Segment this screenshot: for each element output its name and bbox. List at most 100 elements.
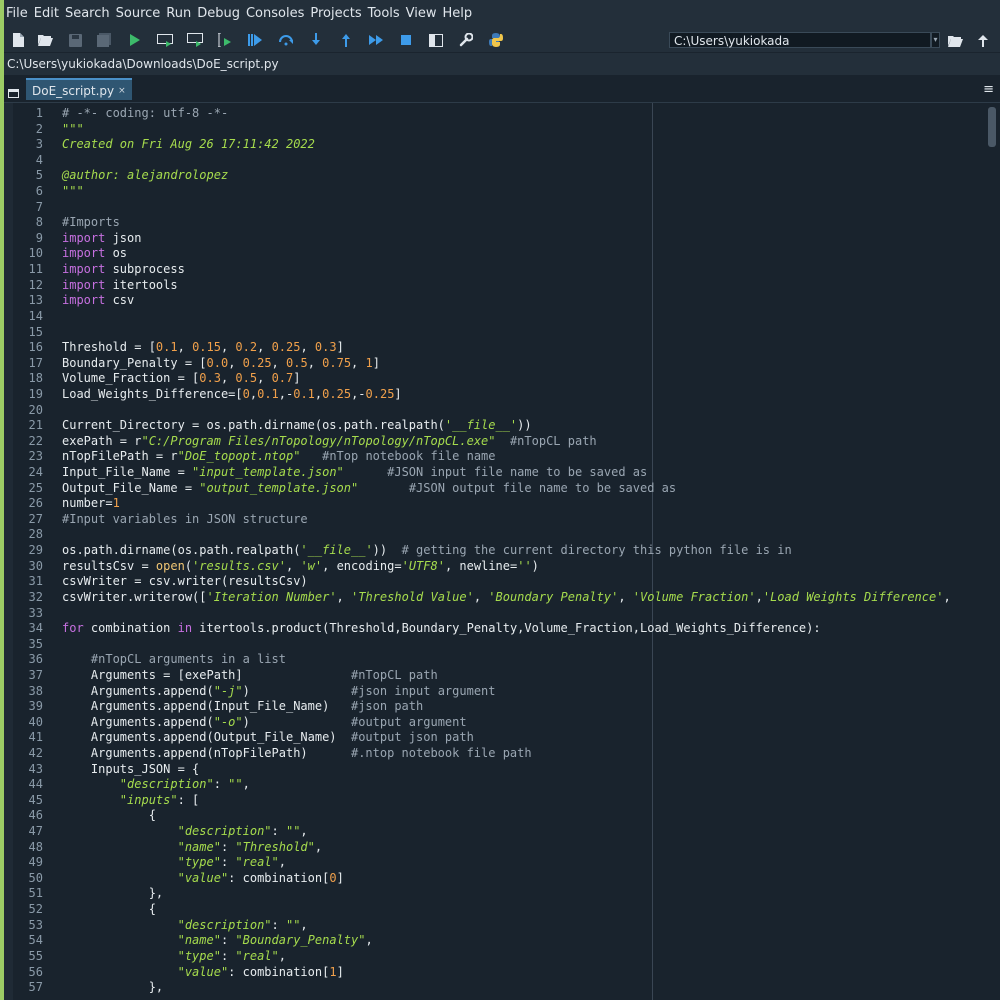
code-line[interactable] <box>62 325 951 341</box>
code-line[interactable]: #Imports <box>62 215 951 231</box>
menu-view[interactable]: View <box>404 6 441 21</box>
code-line[interactable]: Load_Weights_Difference=[0,0.1,-0.1,0.25… <box>62 387 951 403</box>
code-line[interactable]: @author: alejandrolopez <box>62 168 951 184</box>
continue-icon[interactable] <box>367 31 385 49</box>
code-line[interactable] <box>62 153 951 169</box>
save-icon[interactable] <box>66 31 84 49</box>
code-line[interactable]: "name": "Threshold", <box>62 840 951 856</box>
code-line[interactable]: }, <box>62 980 951 996</box>
maximize-pane-icon[interactable] <box>427 31 445 49</box>
code-line[interactable]: "inputs": [ <box>62 793 951 809</box>
code-line[interactable]: "description": "", <box>62 777 951 793</box>
code-line[interactable]: os.path.dirname(os.path.realpath('__file… <box>62 543 951 559</box>
code-line[interactable]: Inputs_JSON = { <box>62 762 951 778</box>
code-line[interactable]: number=1 <box>62 496 951 512</box>
menu-projects[interactable]: Projects <box>308 6 365 21</box>
menu-edit[interactable]: Edit <box>32 6 63 21</box>
code-line[interactable]: Output_File_Name = "output_template.json… <box>62 481 951 497</box>
tab-doe-script[interactable]: DoE_script.py × <box>26 78 132 100</box>
close-icon[interactable]: × <box>118 80 126 100</box>
code-line[interactable]: "type": "real", <box>62 949 951 965</box>
code-line[interactable]: Arguments.append("-j") #json input argum… <box>62 684 951 700</box>
open-file-icon[interactable] <box>36 31 54 49</box>
code-editor[interactable]: 1 2 3 4 5 6 7 8 9 10 11 12 13 14 15 16 17 18 19 20 21 22 23 24 2… <box>4 103 985 1000</box>
code-line[interactable]: #nTopCL arguments in a list <box>62 652 951 668</box>
code-line[interactable]: #Input variables in JSON structure <box>62 512 951 528</box>
menu-run[interactable]: Run <box>164 6 195 21</box>
code-line[interactable] <box>62 527 951 543</box>
code-line[interactable] <box>62 606 951 622</box>
code-line[interactable]: exePath = r"C:/Program Files/nTopology/n… <box>62 434 951 450</box>
step-over-icon[interactable] <box>277 31 295 49</box>
code-line[interactable]: "name": "Boundary_Penalty", <box>62 933 951 949</box>
new-file-icon[interactable] <box>9 31 27 49</box>
working-directory-input[interactable]: C:\Users\yukiokada <box>669 32 931 48</box>
code-line[interactable]: Arguments = [exePath] #nTopCL path <box>62 668 951 684</box>
code-line[interactable] <box>62 637 951 653</box>
python-path-icon[interactable] <box>487 31 505 49</box>
code-line[interactable]: import itertools <box>62 278 951 294</box>
code-line[interactable]: }, <box>62 886 951 902</box>
code-line[interactable] <box>62 309 951 325</box>
menu-source[interactable]: Source <box>114 6 165 21</box>
preferences-icon[interactable] <box>457 31 475 49</box>
code-line[interactable]: Arguments.append(Output_File_Name) #outp… <box>62 730 951 746</box>
stop-icon[interactable] <box>397 31 415 49</box>
menu-help[interactable]: Help <box>441 6 477 21</box>
code-line[interactable]: Volume_Fraction = [0.3, 0.5, 0.7] <box>62 371 951 387</box>
code-line[interactable]: import subprocess <box>62 262 951 278</box>
menu-search[interactable]: Search <box>63 6 114 21</box>
code-line[interactable]: nTopFilePath = r"DoE_topopt.ntop" #nTop … <box>62 449 951 465</box>
save-all-icon[interactable] <box>95 31 113 49</box>
code-line[interactable]: Arguments.append(Input_File_Name) #json … <box>62 699 951 715</box>
menu-debug[interactable]: Debug <box>195 6 244 21</box>
debug-icon[interactable] <box>246 31 264 49</box>
code-token: { <box>62 902 156 917</box>
code-line[interactable]: # -*- coding: utf-8 -*- <box>62 106 951 122</box>
pane-options-icon[interactable] <box>8 83 19 102</box>
code-line[interactable]: Arguments.append(nTopFilePath) #.ntop no… <box>62 746 951 762</box>
code-line[interactable]: """ <box>62 184 951 200</box>
code-line[interactable]: import csv <box>62 293 951 309</box>
code-text[interactable]: # -*- coding: utf-8 -*- """ Created on Fri… <box>62 106 951 996</box>
run-icon[interactable] <box>126 31 144 49</box>
line-number: 9 <box>35 230 43 245</box>
code-line[interactable] <box>62 200 951 216</box>
code-line[interactable]: for combination in itertools.product(Thr… <box>62 621 951 637</box>
code-line[interactable]: { <box>62 902 951 918</box>
code-line[interactable]: "value": combination[1] <box>62 965 951 981</box>
code-line[interactable]: Boundary_Penalty = [0.0, 0.25, 0.5, 0.75… <box>62 356 951 372</box>
code-line[interactable]: """ <box>62 122 951 138</box>
code-line[interactable]: resultsCsv = open('results.csv', 'w', en… <box>62 559 951 575</box>
code-line[interactable]: Created on Fri Aug 26 17:11:42 2022 <box>62 137 951 153</box>
vertical-scrollbar[interactable] <box>985 103 1000 1000</box>
run-cell-advance-icon[interactable] <box>186 31 204 49</box>
step-into-icon[interactable] <box>307 31 325 49</box>
hamburger-menu-icon[interactable]: ≡ <box>983 82 994 97</box>
code-line[interactable]: "type": "real", <box>62 855 951 871</box>
run-cell-icon[interactable] <box>156 31 174 49</box>
scrollbar-thumb[interactable] <box>988 107 996 147</box>
code-line[interactable]: import json <box>62 231 951 247</box>
chevron-down-icon[interactable]: ▾ <box>931 32 940 48</box>
code-line[interactable]: "value": combination[0] <box>62 871 951 887</box>
parent-directory-icon[interactable] <box>978 32 992 48</box>
code-line[interactable]: Arguments.append("-o") #output argument <box>62 715 951 731</box>
code-line[interactable]: { <box>62 808 951 824</box>
step-return-icon[interactable] <box>337 31 355 49</box>
browse-directory-icon[interactable] <box>948 32 964 48</box>
run-selection-icon[interactable] <box>216 31 234 49</box>
code-line[interactable]: "description": "", <box>62 824 951 840</box>
menu-file[interactable]: File <box>4 6 32 21</box>
code-line[interactable]: Threshold = [0.1, 0.15, 0.2, 0.25, 0.3] <box>62 340 951 356</box>
code-line[interactable]: "description": "", <box>62 918 951 934</box>
code-line[interactable]: Input_File_Name = "input_template.json" … <box>62 465 951 481</box>
code-line[interactable]: csvWriter.writerow(['Iteration Number', … <box>62 590 951 606</box>
code-token: 0.25 <box>242 355 272 370</box>
code-line[interactable] <box>62 403 951 419</box>
code-line[interactable]: csvWriter = csv.writer(resultsCsv) <box>62 574 951 590</box>
menu-tools[interactable]: Tools <box>366 6 404 21</box>
code-line[interactable]: Current_Directory = os.path.dirname(os.p… <box>62 418 951 434</box>
menu-consoles[interactable]: Consoles <box>244 6 308 21</box>
code-line[interactable]: import os <box>62 246 951 262</box>
